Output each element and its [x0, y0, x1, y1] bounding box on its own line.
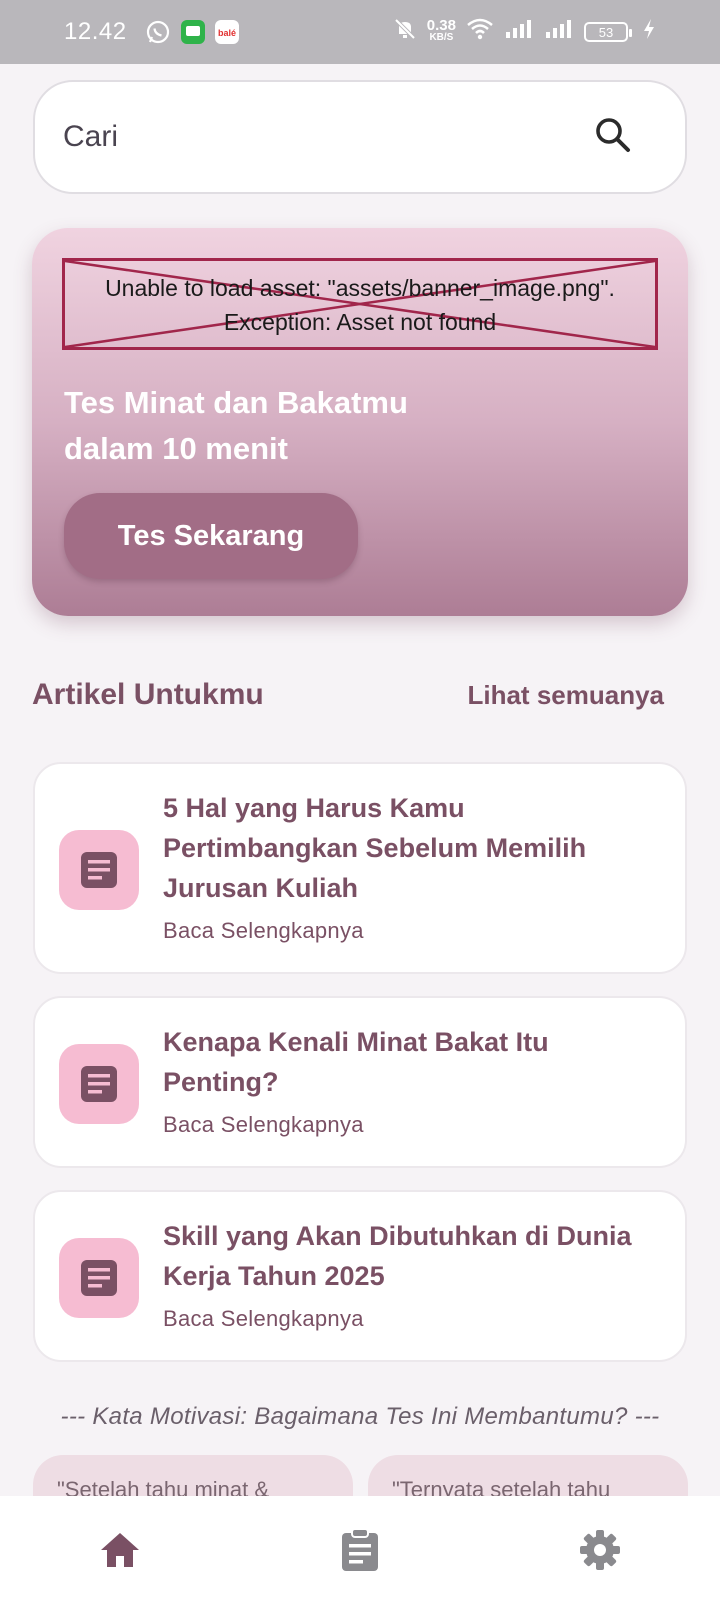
charging-icon — [642, 18, 656, 47]
banner-title-line-2: dalam 10 menit — [64, 431, 288, 466]
messages-app-icon — [180, 20, 205, 44]
read-more-link[interactable]: Baca Selengkapnya — [163, 1306, 655, 1332]
bottom-navigation — [0, 1496, 720, 1612]
article-title: Skill yang Akan Dibutuhkan di Dunia Kerj… — [163, 1221, 632, 1291]
status-bar: 12.42 balé 0.38 KB/S 53 — [0, 0, 720, 64]
banner-title-line-1: Tes Minat dan Bakatmu — [64, 385, 408, 420]
article-card[interactable]: Kenapa Kenali Minat Bakat Itu Penting? B… — [33, 996, 687, 1168]
articles-section-title: Artikel Untukmu — [32, 678, 264, 711]
motivation-heading: --- Kata Motivasi: Bagaimana Tes Ini Mem… — [60, 1403, 660, 1430]
banner-error-message: Unable to load asset: "assets/banner_ima… — [65, 271, 655, 339]
whatsapp-icon — [145, 19, 171, 45]
nav-settings[interactable] — [540, 1510, 660, 1590]
banner-image-error: Unable to load asset: "assets/banner_ima… — [62, 258, 658, 350]
clipboard-icon — [342, 1528, 378, 1571]
gear-icon — [580, 1530, 620, 1570]
search-bar[interactable] — [33, 80, 687, 194]
read-more-link[interactable]: Baca Selengkapnya — [163, 918, 655, 944]
read-more-link[interactable]: Baca Selengkapnya — [163, 1112, 655, 1138]
article-icon — [59, 830, 139, 910]
see-all-link[interactable]: Lihat semuanya — [467, 680, 664, 711]
mute-icon — [393, 17, 417, 48]
error-line-2: Exception: Asset not found — [223, 309, 497, 335]
search-input[interactable] — [63, 120, 593, 154]
home-icon — [101, 1533, 139, 1567]
network-speed: 0.38 KB/S — [426, 17, 456, 43]
error-line-1: Unable to load asset: "assets/banner_ima… — [105, 275, 615, 301]
svg-text:balé: balé — [218, 28, 236, 38]
banner-title: Tes Minat dan Bakatmu dalam 10 menit — [64, 380, 484, 472]
article-icon — [59, 1238, 139, 1318]
battery-indicator: 53 — [584, 22, 632, 42]
search-icon[interactable] — [593, 115, 633, 160]
wifi-icon — [466, 17, 494, 48]
start-test-button[interactable]: Tes Sekarang — [64, 493, 358, 579]
signal-icon-2 — [544, 18, 574, 47]
nav-home[interactable] — [60, 1510, 180, 1590]
article-title: 5 Hal yang Harus Kamu Pertimbangkan Sebe… — [163, 793, 587, 903]
article-card[interactable]: Skill yang Akan Dibutuhkan di Dunia Kerj… — [33, 1190, 687, 1362]
article-title: Kenapa Kenali Minat Bakat Itu Penting? — [163, 1027, 549, 1097]
article-card[interactable]: 5 Hal yang Harus Kamu Pertimbangkan Sebe… — [33, 762, 687, 974]
signal-icon — [504, 18, 534, 47]
nav-tests[interactable] — [300, 1510, 420, 1590]
article-icon — [59, 1044, 139, 1124]
status-time: 12.42 — [64, 18, 127, 45]
test-banner: Unable to load asset: "assets/banner_ima… — [32, 228, 688, 616]
bale-app-icon: balé — [214, 20, 239, 44]
